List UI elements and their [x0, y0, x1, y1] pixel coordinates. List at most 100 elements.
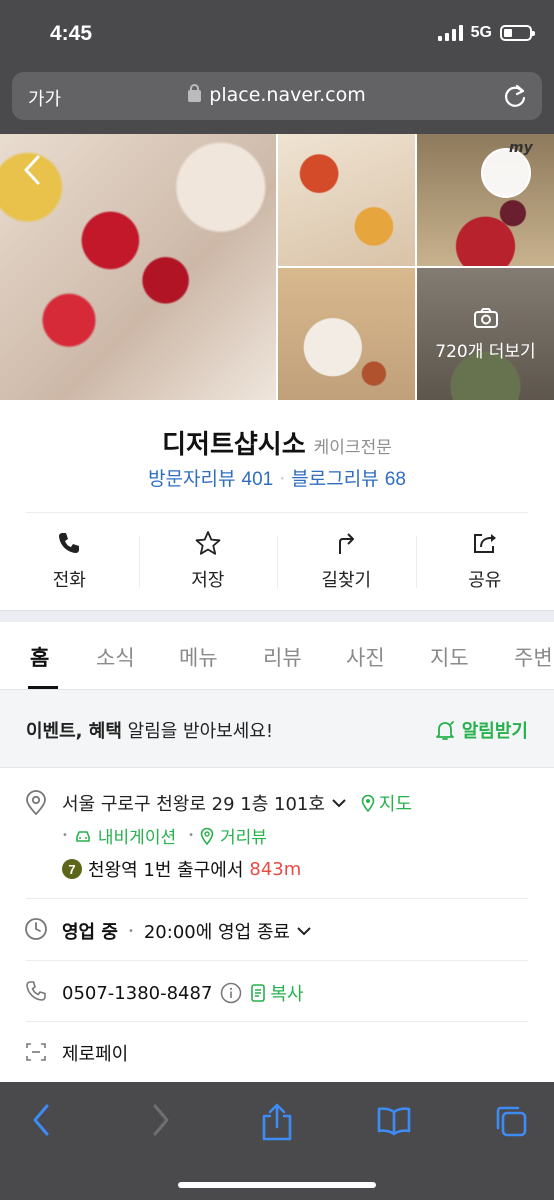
browser-top-bar: 4:45 5G 가가 place.naver.com: [0, 0, 554, 134]
back-icon[interactable]: [30, 1102, 52, 1138]
clock-icon: [25, 918, 47, 940]
bullet-dot: •: [127, 925, 134, 937]
url-bar[interactable]: 가가 place.naver.com: [12, 72, 542, 120]
subway-line-badge: 7: [62, 859, 82, 879]
forward-icon[interactable]: [150, 1102, 172, 1138]
share-button[interactable]: 공유: [415, 530, 554, 594]
notify-button[interactable]: 알림받기: [434, 717, 528, 743]
payment-method: 제로페이: [62, 1044, 129, 1065]
hours-row[interactable]: 영업 중 • 20:00에 영업 종료: [62, 918, 312, 944]
pay-icon: [26, 1043, 46, 1061]
visitor-review-count: 401: [241, 469, 274, 490]
photo-main[interactable]: [0, 134, 276, 400]
tabs-icon[interactable]: [494, 1104, 528, 1138]
lock-icon: [188, 84, 202, 102]
separator-dot: ·: [279, 468, 286, 490]
bullet-dot: •: [188, 830, 195, 841]
share-label: 공유: [468, 570, 502, 591]
call-label: 전화: [52, 570, 86, 591]
battery-icon: [500, 25, 535, 41]
visitor-review-label: 방문자리뷰: [148, 468, 236, 490]
photo-thumb[interactable]: [278, 134, 415, 266]
place-name: 디저트샵시소: [162, 430, 306, 460]
directions-label: 길찾기: [321, 570, 372, 591]
tab-home[interactable]: 홈: [30, 642, 49, 672]
tab-news[interactable]: 소식: [96, 642, 135, 672]
event-text: 알림을 받아보세요!: [121, 721, 274, 742]
map-link[interactable]: 지도: [361, 790, 412, 816]
camera-icon: [473, 307, 498, 328]
copy-button[interactable]: 복사: [250, 980, 304, 1006]
bullet-dot: •: [62, 830, 68, 841]
map-pin-icon: [361, 794, 375, 812]
share-sheet-icon[interactable]: [260, 1102, 294, 1142]
phone-icon: [59, 533, 80, 553]
phone-row: 0507-1380-8487 복사: [62, 980, 304, 1006]
event-message: 이벤트, 혜택 알림을 받아보세요!: [26, 717, 273, 743]
tab-photos[interactable]: 사진: [346, 642, 385, 672]
hours-text: 20:00에 영업 종료: [143, 922, 290, 943]
street-view-icon: [200, 827, 214, 845]
tab-map[interactable]: 지도: [430, 642, 469, 672]
navigation-link[interactable]: 내비게이션: [98, 823, 176, 848]
my-badge-label: my: [509, 140, 533, 156]
signal-icon: [437, 25, 463, 41]
address-row[interactable]: 서울 구로구 천왕로 29 1층 101호 지도: [62, 790, 412, 816]
active-tab-indicator: [28, 686, 58, 689]
blog-review-link[interactable]: 블로그리뷰 68: [291, 468, 406, 490]
car-icon: [76, 830, 90, 842]
place-title-row: 디저트샵시소 케이크전문: [0, 424, 554, 461]
hours-status: 영업 중: [62, 922, 118, 943]
info-icon[interactable]: [220, 982, 242, 1004]
place-info: 디저트샵시소 케이크전문 방문자리뷰 401 · 블로그리뷰 68 전화 저장 길찾기: [0, 400, 554, 610]
copy-label: 복사: [270, 984, 304, 1005]
directions-button[interactable]: 길찾기: [277, 530, 416, 594]
route-links: • 내비게이션 • 거리뷰: [62, 823, 267, 848]
url-display[interactable]: place.naver.com: [12, 84, 542, 106]
copy-icon: [251, 984, 266, 1002]
save-button[interactable]: 저장: [138, 530, 278, 594]
tab-reviews[interactable]: 리뷰: [263, 642, 302, 672]
location-pin-icon: [26, 790, 46, 816]
blog-review-count: 68: [384, 469, 406, 490]
bookmarks-icon[interactable]: [376, 1106, 412, 1136]
divider: [26, 898, 528, 899]
visitor-review-link[interactable]: 방문자리뷰 401: [148, 468, 273, 490]
divider: [26, 1021, 528, 1022]
url-text: place.naver.com: [209, 84, 366, 106]
divider: [26, 960, 528, 961]
review-links: 방문자리뷰 401 · 블로그리뷰 68: [0, 464, 554, 491]
call-button[interactable]: 전화: [0, 530, 139, 594]
bell-icon: [435, 721, 454, 740]
subway-distance: 843m: [249, 858, 302, 880]
chevron-down-icon[interactable]: [296, 925, 312, 937]
event-banner: 이벤트, 혜택 알림을 받아보세요! 알림받기: [0, 690, 554, 768]
event-bold-text: 이벤트, 혜택: [26, 721, 122, 742]
subway-row: 7 천왕역 1번 출구에서 843m: [62, 856, 301, 882]
chevron-down-icon[interactable]: [331, 797, 347, 809]
notify-label: 알림받기: [461, 721, 528, 742]
address-text: 서울 구로구 천왕로 29 1층 101호: [62, 794, 325, 815]
photo-gallery: my 720개 더보기: [0, 134, 554, 400]
section-gap: [0, 610, 554, 622]
reload-icon[interactable]: [502, 82, 528, 110]
save-label: 저장: [191, 570, 225, 591]
star-icon: [195, 531, 221, 555]
subway-text: 천왕역 1번 출구에서: [88, 860, 244, 881]
tab-nearby[interactable]: 주변: [514, 642, 553, 672]
place-category: 케이크전문: [313, 438, 392, 458]
photo-more[interactable]: 720개 더보기: [417, 268, 554, 400]
tab-bar: 홈 소식 메뉴 리뷰 사진 지도 주변: [0, 622, 554, 690]
photo-thumb[interactable]: my: [417, 134, 554, 266]
status-time: 4:45: [50, 22, 93, 45]
photo-thumb[interactable]: [278, 268, 415, 400]
street-view-link[interactable]: 거리뷰: [220, 823, 267, 848]
network-type: 5G: [470, 24, 492, 41]
map-link-label: 지도: [378, 794, 413, 815]
divider: [26, 512, 528, 513]
back-chevron-icon[interactable]: [22, 154, 42, 186]
tab-menu[interactable]: 메뉴: [179, 642, 218, 672]
photo-more-label: 720개 더보기: [435, 341, 536, 362]
phone-number[interactable]: 0507-1380-8487: [62, 983, 212, 1004]
action-bar: 전화 저장 길찾기 공유: [0, 530, 554, 594]
